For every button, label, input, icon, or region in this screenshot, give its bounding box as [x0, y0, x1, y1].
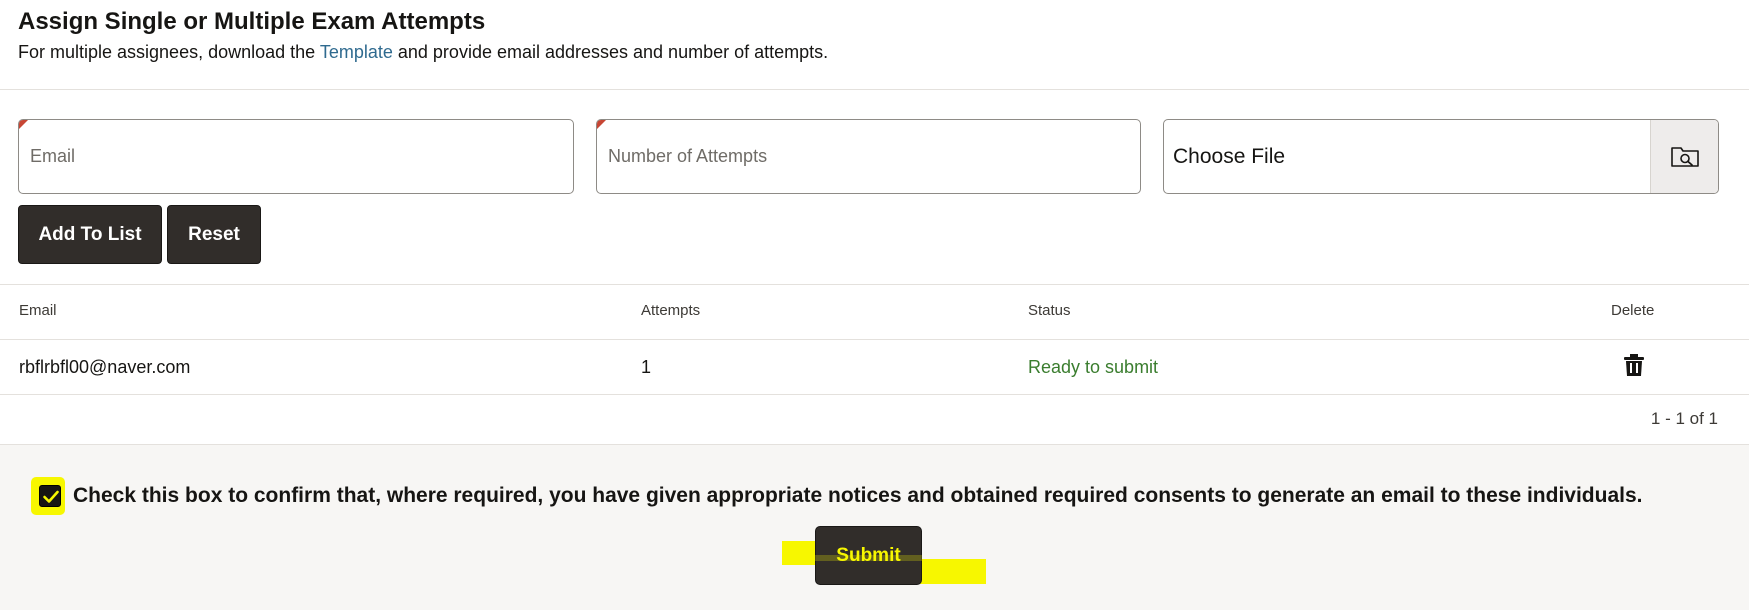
browse-file-button[interactable] [1650, 120, 1718, 193]
folder-search-icon [1670, 146, 1699, 167]
checkmark-icon [43, 490, 59, 503]
file-picker[interactable]: Choose File [1163, 119, 1719, 194]
consent-text: Check this box to confirm that, where re… [73, 484, 1643, 507]
column-header-status[interactable]: Status [1028, 302, 1071, 319]
column-header-attempts[interactable]: Attempts [641, 302, 700, 319]
row-attempts: 1 [641, 357, 652, 377]
email-placeholder: Email [30, 146, 76, 166]
subtitle-text-after: and provide email addresses and number o… [392, 42, 829, 62]
page-subtitle: For multiple assignees, download the Tem… [18, 42, 828, 63]
row-status: Ready to submit [1028, 357, 1159, 377]
column-header-email[interactable]: Email [19, 302, 57, 319]
required-marker [597, 120, 606, 129]
email-field[interactable]: Email [18, 119, 574, 194]
template-link[interactable]: Template [320, 42, 393, 62]
consent-checkbox[interactable] [39, 485, 61, 507]
subtitle-text-before: For multiple assignees, download the [18, 42, 320, 62]
page-title: Assign Single or Multiple Exam Attempts [18, 8, 486, 35]
add-to-list-button[interactable]: Add To List [18, 205, 162, 264]
attempts-placeholder: Number of Attempts [608, 146, 768, 166]
page-header: Assign Single or Multiple Exam Attempts … [0, 0, 1749, 90]
divider [0, 394, 1749, 395]
attempts-field[interactable]: Number of Attempts [596, 119, 1141, 194]
file-placeholder: Choose File [1173, 145, 1286, 168]
column-header-delete: Delete [1611, 302, 1655, 319]
row-email: rbflrbfl00@naver.com [19, 357, 191, 377]
required-marker [19, 120, 28, 129]
pagination-info: 1 - 1 of 1 [1650, 409, 1718, 428]
submit-button[interactable]: Submit [815, 526, 922, 585]
divider [0, 284, 1749, 285]
trash-icon[interactable] [1623, 353, 1645, 377]
divider [0, 339, 1749, 340]
reset-button[interactable]: Reset [167, 205, 261, 264]
